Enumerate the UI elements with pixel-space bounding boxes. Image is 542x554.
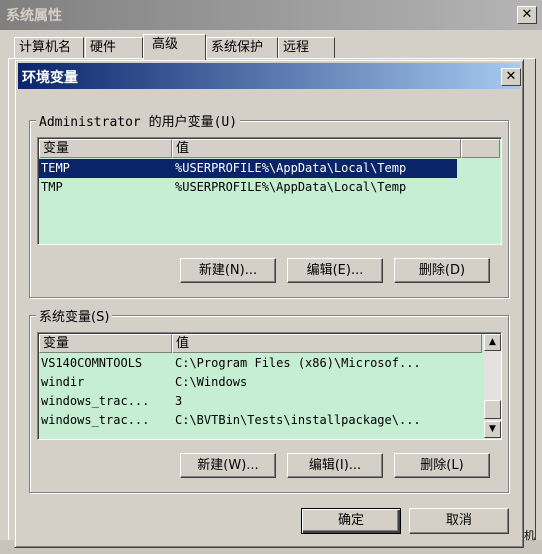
system-variables-scrollbar[interactable]: ▲ ▼ xyxy=(484,334,501,438)
variable-name: TMP xyxy=(41,180,63,194)
close-icon: ✕ xyxy=(521,7,533,22)
tab-system-protection[interactable]: 系统保护 xyxy=(206,37,278,59)
variable-value: C:\Program Files (x86)\Microsof... xyxy=(175,356,421,370)
scroll-up-button[interactable]: ▲ xyxy=(484,334,501,351)
column-header-blank xyxy=(461,139,500,158)
arrow-up-icon: ▲ xyxy=(489,337,496,347)
variable-value: %USERPROFILE%\AppData\Local\Temp xyxy=(175,180,407,194)
tab-computer-name[interactable]: 计算机名 xyxy=(14,37,84,59)
ok-button[interactable]: 确定 xyxy=(301,508,401,534)
system-variables-list[interactable]: 变量 值 VS140COMNTOOLS C:\Program Files (x8… xyxy=(37,332,502,440)
system-new-button[interactable]: 新建(W)... xyxy=(180,453,276,478)
system-delete-button[interactable]: 删除(L) xyxy=(394,453,490,478)
system-variables-group-title: 系统变量(S) xyxy=(36,306,113,325)
variable-name: VS140COMNTOOLS xyxy=(41,356,143,370)
system-variables-group: 系统变量(S) 变量 值 VS140COMNTOOLS C:\Program F… xyxy=(29,306,509,493)
variable-value: C:\BVTBin\Tests\installpackage\... xyxy=(175,413,421,427)
variable-name: windir xyxy=(41,375,85,389)
user-variables-group-title: Administrator 的用户变量(U) xyxy=(36,111,241,130)
column-header-value[interactable]: 值 xyxy=(172,334,482,353)
scroll-down-button[interactable]: ▼ xyxy=(484,421,501,438)
user-edit-button[interactable]: 编辑(E)... xyxy=(287,258,383,283)
column-header-variable[interactable]: 变量 xyxy=(39,139,172,158)
scroll-thumb[interactable] xyxy=(484,400,501,419)
dialog-titlebar[interactable]: 环境变量 ✕ xyxy=(18,63,521,89)
variable-name: TEMP xyxy=(39,159,172,178)
arrow-down-icon: ▼ xyxy=(489,424,496,434)
variable-value: 3 xyxy=(175,394,183,408)
variable-value: %USERPROFILE%\AppData\Local\Temp xyxy=(172,159,457,178)
cancel-button[interactable]: 取消 xyxy=(409,508,509,534)
list-item[interactable]: windows_trac... C:\BVTBin\Tests\installp… xyxy=(39,411,482,430)
tab-advanced[interactable]: 高级 xyxy=(143,34,206,60)
user-variables-list[interactable]: 变量 值 TEMP %USERPROFILE%\AppData\Local\Te… xyxy=(37,137,502,245)
environment-variables-dialog: 环境变量 ✕ Administrator 的用户变量(U) 变量 值 TEMP … xyxy=(14,59,524,548)
list-item[interactable]: VS140COMNTOOLS C:\Program Files (x86)\Mi… xyxy=(39,354,482,373)
variable-value: C:\Windows xyxy=(175,375,248,389)
tab-hardware[interactable]: 硬件 xyxy=(85,37,143,59)
system-variables-list-header: 变量 值 xyxy=(39,334,482,353)
list-item[interactable]: TEMP %USERPROFILE%\AppData\Local\Temp xyxy=(39,159,457,178)
column-header-value[interactable]: 值 xyxy=(172,139,461,158)
close-icon: ✕ xyxy=(505,69,517,84)
user-variables-group: Administrator 的用户变量(U) 变量 值 TEMP %USERPR… xyxy=(29,111,509,298)
obscured-text-fragment: 机 xyxy=(524,529,535,542)
user-new-button[interactable]: 新建(N)... xyxy=(180,258,276,283)
list-item[interactable]: windir C:\Windows xyxy=(39,373,482,392)
tab-remote[interactable]: 远程 xyxy=(278,37,335,59)
list-item[interactable]: windows_trac... 3 xyxy=(39,392,482,411)
list-item[interactable]: TMP %USERPROFILE%\AppData\Local\Temp xyxy=(39,178,457,197)
user-variables-list-header: 变量 值 xyxy=(39,139,500,158)
column-header-variable[interactable]: 变量 xyxy=(39,334,172,353)
variable-name: windows_trac... xyxy=(41,413,150,427)
system-properties-title: 系统属性 xyxy=(6,8,62,24)
dialog-title: 环境变量 xyxy=(22,70,78,86)
system-properties-close-button[interactable]: ✕ xyxy=(517,6,537,24)
system-properties-titlebar[interactable]: 系统属性 ✕ xyxy=(0,0,542,30)
dialog-close-button[interactable]: ✕ xyxy=(501,68,521,86)
system-edit-button[interactable]: 编辑(I)... xyxy=(287,453,383,478)
variable-name: windows_trac... xyxy=(41,394,150,408)
user-delete-button[interactable]: 删除(D) xyxy=(394,258,490,283)
